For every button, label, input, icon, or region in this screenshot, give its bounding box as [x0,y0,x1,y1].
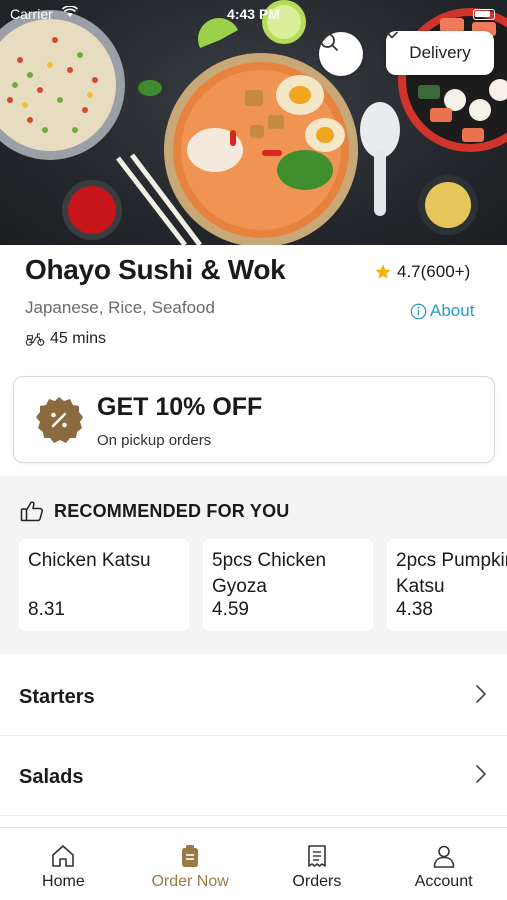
tab-account-label: Account [414,873,473,890]
receipt-icon [308,845,326,867]
recommended-item[interactable]: Chicken Katsu 8.31 [19,539,189,631]
hero-banner: Carrier 4:43 PM Delivery [0,0,507,245]
delivery-mode-dropdown[interactable]: Delivery [386,31,494,75]
tab-orders[interactable]: Orders [254,828,381,900]
restaurant-rating: 4.7(600+) [374,262,470,282]
recommended-carousel[interactable]: Chicken Katsu 8.31 5pcs Chicken Gyoza 4.… [19,539,507,631]
bottom-tab-bar: Home Order Now Orders Account [0,827,507,900]
info-icon [410,303,427,319]
home-icon [52,845,75,867]
discount-badge-icon [36,397,83,443]
promo-card[interactable]: GET 10% OFF On pickup orders [13,376,495,463]
recommended-section: RECOMMENDED FOR YOU Chicken Katsu 8.31 5… [0,476,507,654]
rating-value: 4.7(600+) [397,262,471,281]
promo-subtitle: On pickup orders [97,432,212,449]
recommended-item-price: 4.38 [396,599,433,620]
promo-title: GET 10% OFF [97,393,263,421]
recommended-item[interactable]: 2pcs Pumpkin Katsu 4.38 [387,539,507,631]
star-icon [375,264,391,279]
tab-order-now-label: Order Now [151,873,229,890]
delivery-eta: 45 mins [25,330,106,348]
category-label: Starters [19,686,95,708]
about-link[interactable]: About [410,301,474,321]
recommended-item[interactable]: 5pcs Chicken Gyoza 4.59 [203,539,373,631]
tab-account[interactable]: Account [380,828,507,900]
chevron-right-icon [476,685,487,703]
tab-orders-label: Orders [292,873,342,890]
category-row-starters[interactable]: Starters [0,656,507,736]
search-icon [320,33,338,51]
restaurant-name: Ohayo Sushi & Wok [25,254,286,285]
status-time: 4:43 PM [227,6,280,22]
tab-order-now[interactable]: Order Now [127,828,254,900]
category-row-salads[interactable]: Salads [0,736,507,816]
tab-home[interactable]: Home [0,828,127,900]
recommended-item-name: 2pcs Pumpkin Katsu [396,550,507,597]
tab-home-label: Home [42,873,85,890]
search-button[interactable] [319,32,363,76]
user-icon [433,845,454,868]
order-icon [182,845,199,867]
delivery-mode-label: Delivery [409,43,471,62]
recommended-item-price: 4.59 [212,599,249,620]
about-label: About [430,301,475,320]
recommended-heading: RECOMMENDED FOR YOU [20,500,289,522]
recommended-heading-text: RECOMMENDED FOR YOU [54,500,290,521]
recommended-item-name: 5pcs Chicken Gyoza [212,550,327,597]
chevron-down-icon [386,31,398,39]
delivery-time: 45 mins [50,330,107,347]
thumbs-up-icon [20,501,43,522]
status-bar: Carrier 4:43 PM [0,4,507,24]
scooter-icon [25,333,45,346]
recommended-item-name: Chicken Katsu [28,550,151,571]
cuisine-tags: Japanese, Rice, Seafood [25,298,215,317]
recommended-item-price: 8.31 [28,599,65,620]
chevron-right-icon [476,765,487,783]
battery-icon [473,9,495,20]
category-label: Salads [19,766,84,788]
